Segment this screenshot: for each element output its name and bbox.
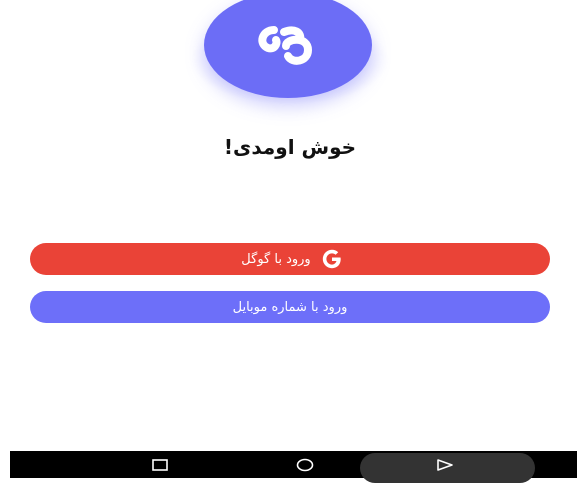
google-login-label: ورود با گوگل <box>241 251 311 267</box>
google-g-icon <box>321 248 343 270</box>
login-screen: خوش اومدی! ورود با گوگل ورود با شماره مو… <box>0 0 580 483</box>
welcome-title: خوش اومدی! <box>223 135 357 159</box>
home-button[interactable] <box>285 451 325 478</box>
home-circle-icon <box>296 458 314 471</box>
recents-square-icon <box>152 458 168 471</box>
google-login-button[interactable]: ورود با گوگل <box>30 243 550 275</box>
back-button[interactable] <box>425 451 465 478</box>
recents-button[interactable] <box>140 451 180 478</box>
back-triangle-icon <box>437 458 453 471</box>
app-logo-icon <box>258 26 313 65</box>
mobile-login-label: ورود با شماره موبایل <box>232 299 348 315</box>
mobile-login-button[interactable]: ورود با شماره موبایل <box>30 291 550 323</box>
system-navigation-bar <box>10 451 577 483</box>
